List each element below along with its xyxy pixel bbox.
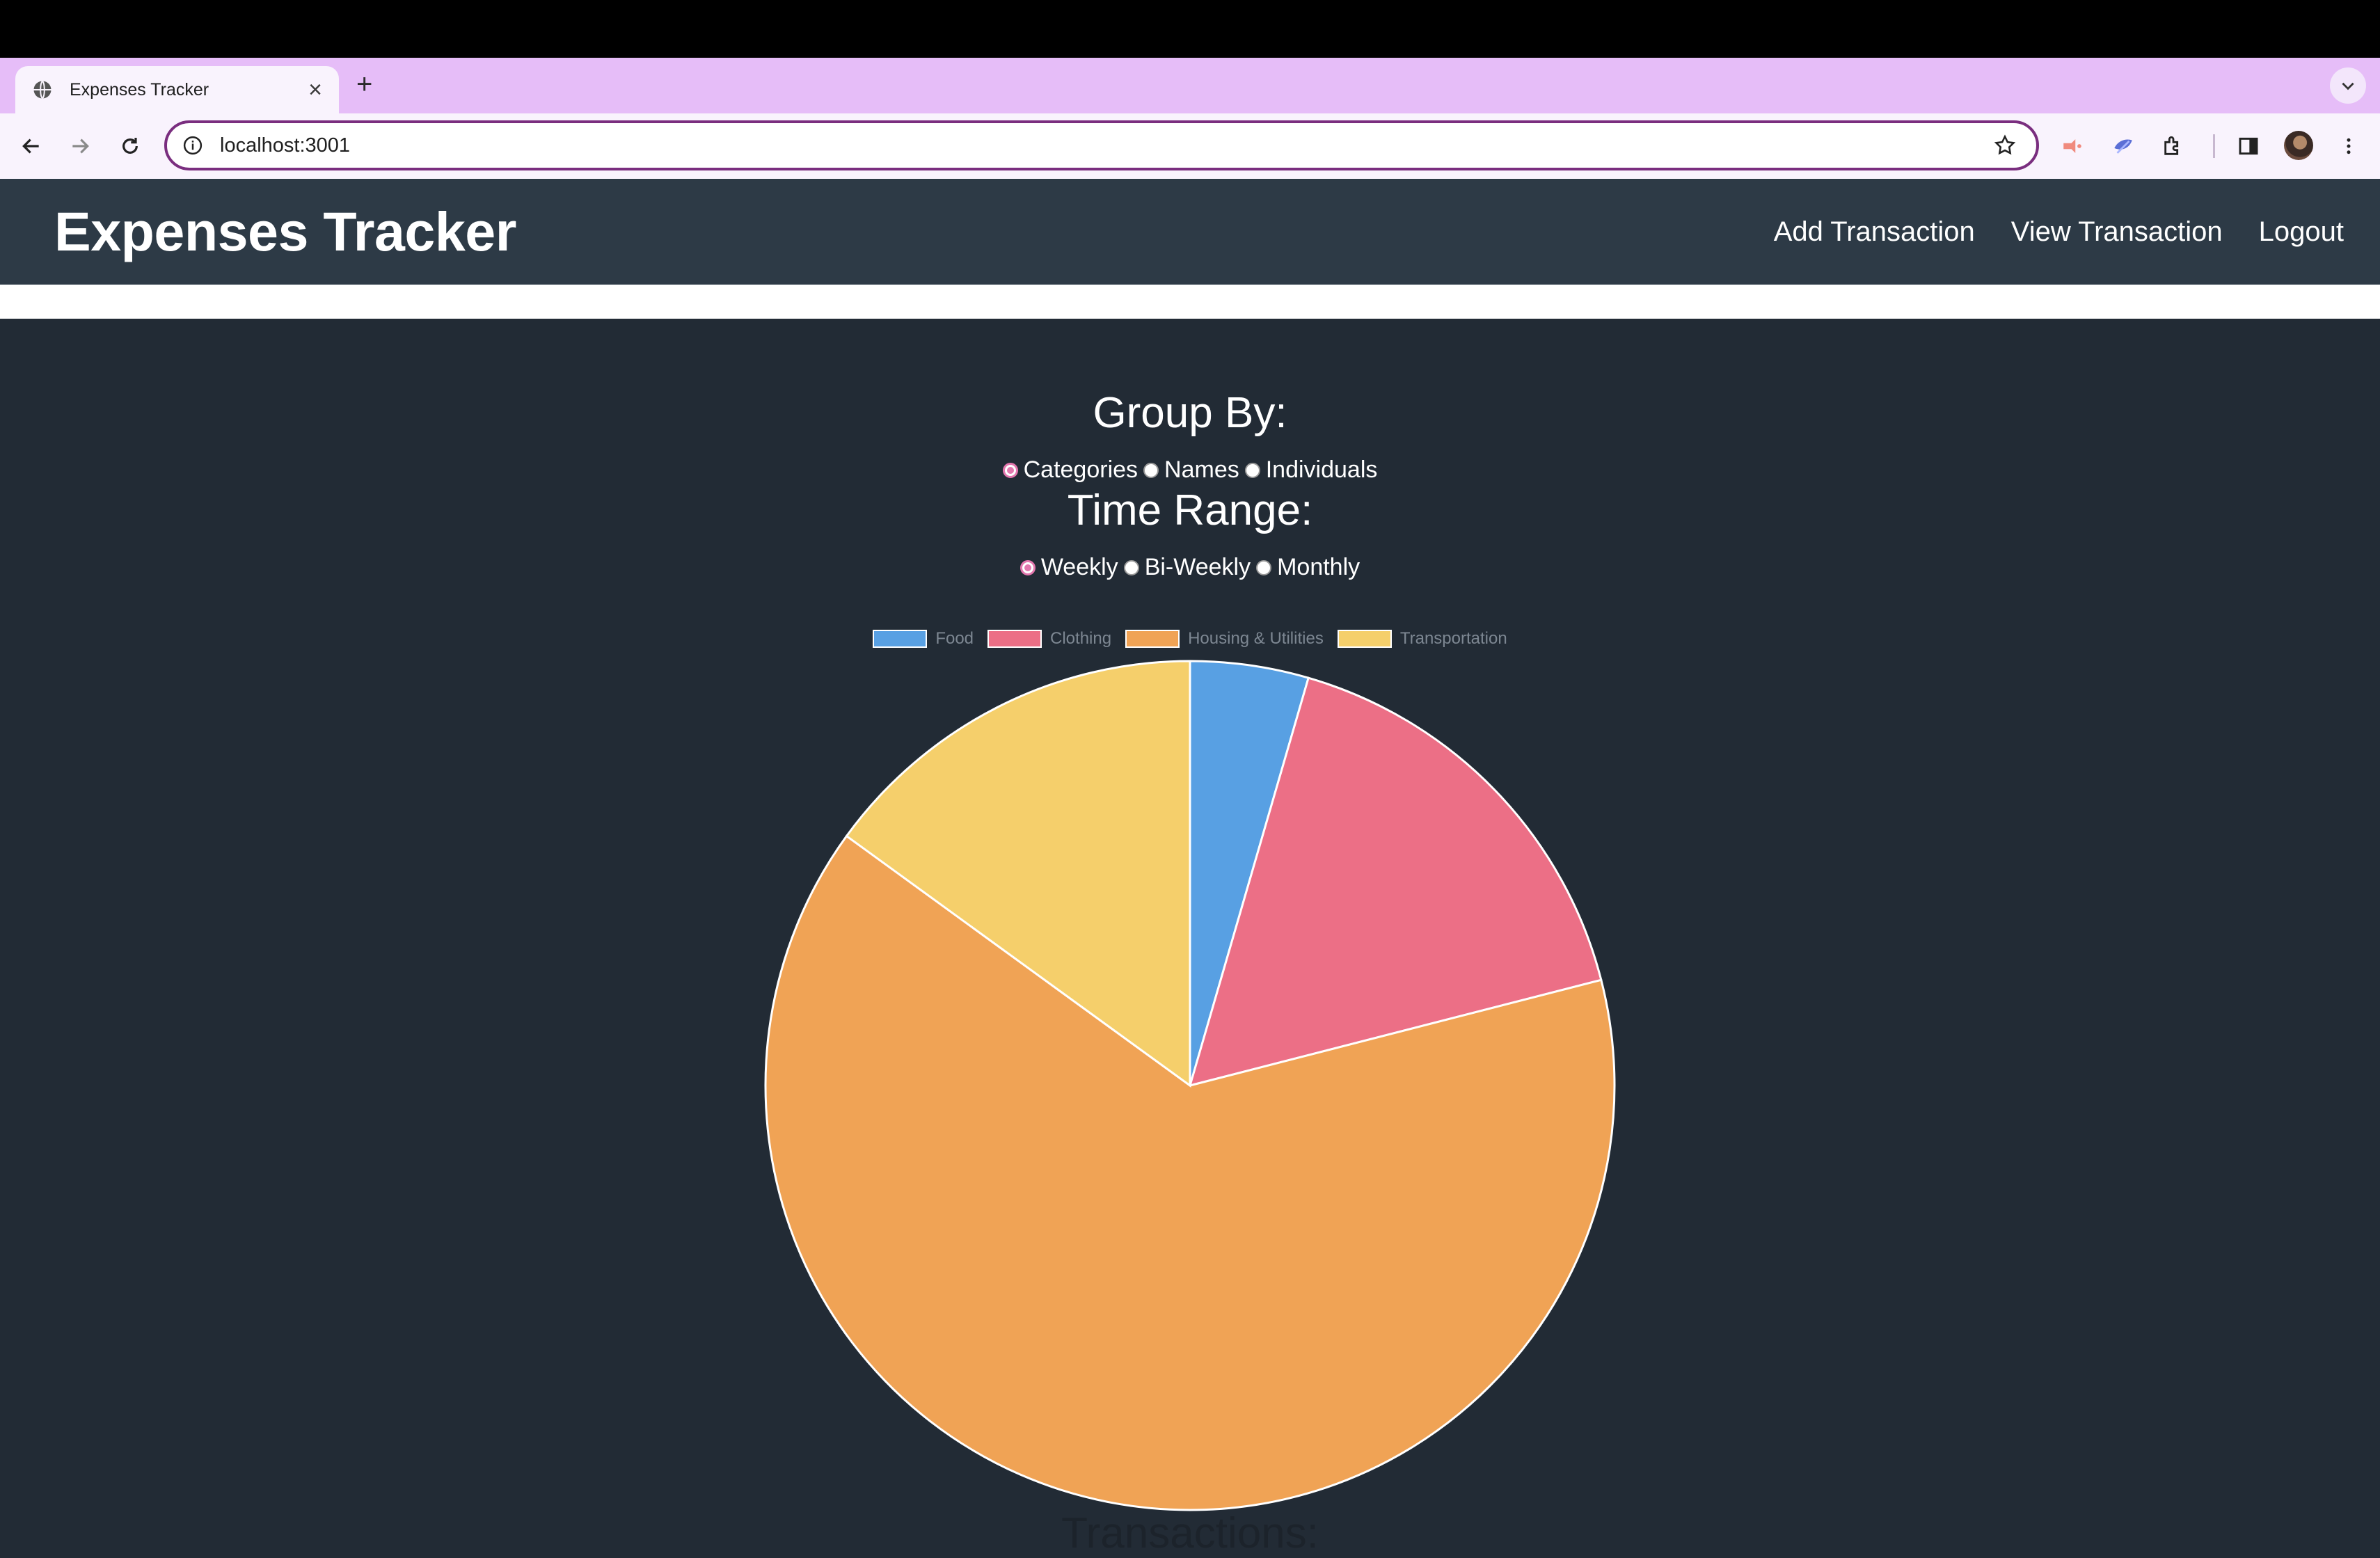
back-button[interactable] [13, 127, 50, 165]
site-info-icon[interactable] [182, 135, 203, 156]
header-divider [0, 285, 2380, 319]
radio-names[interactable]: Names [1143, 456, 1239, 484]
screen-top-bar [0, 0, 2380, 58]
radio-bi-weekly[interactable]: Bi-Weekly [1123, 554, 1251, 581]
legend-label: Housing & Utilities [1188, 629, 1324, 648]
nav-add-transaction[interactable]: Add Transaction [1774, 216, 1975, 248]
side-panel-icon[interactable] [2232, 130, 2264, 162]
extension-2-icon[interactable] [2107, 130, 2139, 162]
toolbar-separator [2213, 134, 2215, 158]
nav-view-transaction[interactable]: View Transaction [2011, 216, 2223, 248]
radio-categories-dot[interactable] [1002, 462, 1018, 478]
bookmark-star-icon[interactable] [1993, 134, 2017, 157]
radio-bi-weekly-dot[interactable] [1123, 559, 1139, 575]
more-menu-icon[interactable] [2333, 130, 2365, 162]
legend-item-food[interactable]: Food [873, 629, 974, 649]
legend-label: Transportation [1399, 629, 1507, 648]
nav-logout[interactable]: Logout [2259, 216, 2344, 248]
forward-button[interactable] [61, 127, 99, 165]
arrow-right-icon [72, 138, 89, 154]
transactions-heading: Transactions: [1061, 1509, 1319, 1557]
radio-monthly-dot[interactable] [1256, 559, 1272, 575]
header-nav: Add Transaction View Transaction Logout [1774, 216, 2344, 248]
browser-tab[interactable]: Expenses Tracker × [15, 66, 339, 113]
browser-toolbar: localhost:3001 [0, 113, 2380, 179]
arrow-left-icon [22, 138, 39, 154]
chevron-down-icon [2342, 82, 2354, 90]
radio-weekly-dot[interactable] [1020, 559, 1036, 575]
legend-swatch [1337, 630, 1392, 648]
radio-categories[interactable]: Categories [1002, 456, 1139, 484]
address-bar[interactable]: localhost:3001 [164, 120, 2039, 170]
radio-bi-weekly-label: Bi-Weekly [1144, 554, 1251, 580]
group-by-radio-group: Categories Names Individuals [0, 456, 2380, 484]
legend-item-housing-utilities[interactable]: Housing & Utilities [1125, 629, 1324, 649]
time-range-heading: Time Range: [1067, 486, 1313, 534]
globe-icon [33, 80, 51, 100]
legend-item-clothing[interactable]: Clothing [987, 629, 1111, 649]
radio-categories-label: Categories [1023, 456, 1139, 483]
tab-strip: Expenses Tracker × + [0, 58, 2380, 113]
legend-swatch [1125, 630, 1180, 648]
group-by-heading: Group By: [1093, 389, 1287, 437]
radio-individuals[interactable]: Individuals [1244, 456, 1378, 484]
radio-weekly[interactable]: Weekly [1020, 554, 1118, 581]
app-header: Expenses Tracker Add Transaction View Tr… [0, 179, 2380, 285]
reload-icon [122, 138, 138, 154]
extensions-puzzle-icon[interactable] [2157, 130, 2189, 162]
time-range-radio-group: Weekly Bi-Weekly Monthly [0, 554, 2380, 581]
legend-swatch [987, 630, 1042, 648]
legend-label: Food [935, 629, 974, 648]
radio-individuals-label: Individuals [1265, 456, 1378, 483]
profile-avatar[interactable] [2284, 131, 2313, 160]
expenses-pie-chart [764, 660, 1616, 1511]
extension-1-icon[interactable] [2056, 130, 2088, 162]
close-tab-icon[interactable]: × [308, 78, 322, 102]
radio-monthly[interactable]: Monthly [1256, 554, 1360, 581]
radio-monthly-label: Monthly [1277, 554, 1360, 580]
new-tab-icon[interactable]: + [356, 70, 372, 98]
tab-title: Expenses Tracker [70, 79, 209, 100]
legend-label: Clothing [1050, 629, 1112, 648]
radio-weekly-label: Weekly [1040, 554, 1118, 580]
radio-individuals-dot[interactable] [1244, 462, 1260, 478]
url-text: localhost:3001 [220, 134, 351, 157]
chart-legend: Food Clothing Housing & Utilities Transport… [0, 629, 2380, 649]
radio-names-dot[interactable] [1143, 462, 1159, 478]
reload-button[interactable] [111, 127, 149, 165]
dashboard-main: Group By: Categories Names Individuals T… [0, 319, 2380, 1557]
radio-names-label: Names [1164, 456, 1239, 483]
app-brand[interactable]: Expenses Tracker [54, 200, 516, 264]
legend-item-transportation[interactable]: Transportation [1337, 629, 1507, 649]
tab-search-button[interactable] [2330, 67, 2366, 104]
legend-swatch [873, 630, 928, 648]
